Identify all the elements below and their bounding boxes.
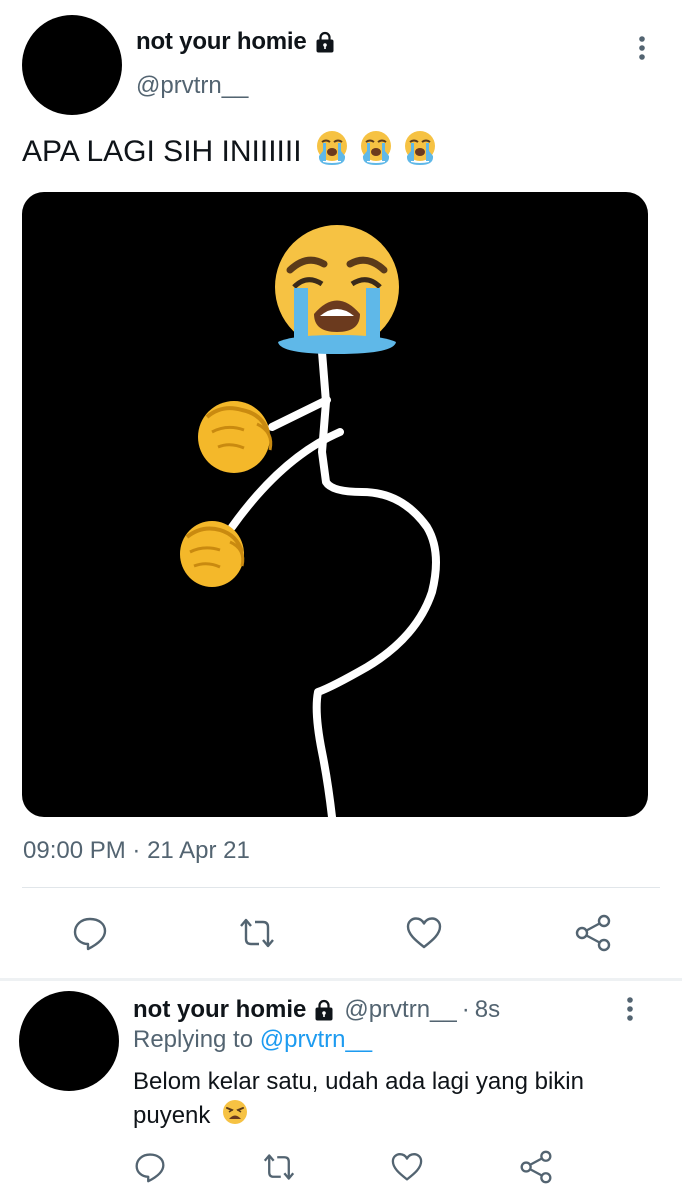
tweet-date: 21 Apr 21	[147, 837, 250, 864]
loudly-crying-face-emoji	[275, 225, 399, 354]
reply-avatar[interactable]	[19, 991, 119, 1091]
replying-to-label: Replying to	[133, 1026, 254, 1053]
more-options-icon[interactable]	[625, 996, 635, 1029]
share-button[interactable]	[514, 1145, 558, 1189]
reply-icon	[73, 917, 107, 951]
timestamp-separator: ·	[132, 837, 141, 864]
lock-icon	[312, 998, 336, 1022]
retweet-button[interactable]	[257, 1145, 301, 1189]
heart-icon	[391, 1153, 423, 1181]
heart-icon	[406, 917, 442, 949]
retweet-icon	[263, 1154, 295, 1180]
share-button[interactable]	[571, 911, 615, 955]
divider	[22, 887, 660, 888]
like-button[interactable]	[385, 1145, 429, 1189]
tweet-text-content: APA LAGI SIH INIIIIII	[22, 135, 302, 168]
author-handle[interactable]: @prvtrn__	[136, 72, 248, 100]
replying-to-mention[interactable]: @prvtrn__	[260, 1026, 372, 1053]
tweet-time: 09:00 PM	[23, 837, 126, 864]
more-options-icon[interactable]	[637, 35, 647, 68]
reply-icon	[135, 1153, 165, 1183]
section-divider	[0, 978, 682, 981]
like-button[interactable]	[402, 911, 446, 955]
retweet-button[interactable]	[235, 911, 279, 955]
author-display-name: not your homie	[136, 28, 307, 55]
reply-display-name[interactable]: not your homie	[133, 996, 306, 1024]
reply-text: Belom kelar satu, udah ada lagi yang bik…	[133, 1066, 653, 1135]
reply-separator: ·	[461, 996, 470, 1023]
reply-handle[interactable]: @prvtrn__	[344, 996, 456, 1024]
replying-to: Replying to @prvtrn__	[133, 1026, 372, 1054]
loudly-crying-face-icon	[400, 129, 440, 175]
loudly-crying-face-icon	[312, 129, 352, 175]
share-icon	[575, 914, 611, 952]
reply-header: not your homie @prvtrn__ · 8s	[133, 994, 500, 1026]
tweet-text: APA LAGI SIH INIIIIII	[22, 131, 440, 171]
weary-face-icon	[221, 1098, 249, 1135]
share-icon	[520, 1150, 552, 1184]
raised-fist-emoji	[180, 521, 245, 587]
reply-button[interactable]	[68, 911, 112, 955]
loudly-crying-face-icon	[356, 129, 396, 175]
reply-text-content: Belom kelar satu, udah ada lagi yang bik…	[133, 1068, 584, 1129]
retweet-icon	[240, 918, 274, 948]
avatar[interactable]	[22, 15, 122, 115]
reply-time[interactable]: 8s	[475, 996, 500, 1024]
author-name-line[interactable]: not your homie	[136, 27, 337, 57]
raised-fist-emoji	[198, 401, 273, 473]
tweet-media-image[interactable]	[22, 192, 648, 817]
tweet-detail-screen: not your homie @prvtrn__ APA LAGI SIH IN…	[0, 0, 682, 1200]
lock-icon	[313, 30, 337, 54]
reply-button[interactable]	[128, 1145, 172, 1189]
tweet-timestamp[interactable]: 09:00 PM · 21 Apr 21	[23, 837, 250, 865]
